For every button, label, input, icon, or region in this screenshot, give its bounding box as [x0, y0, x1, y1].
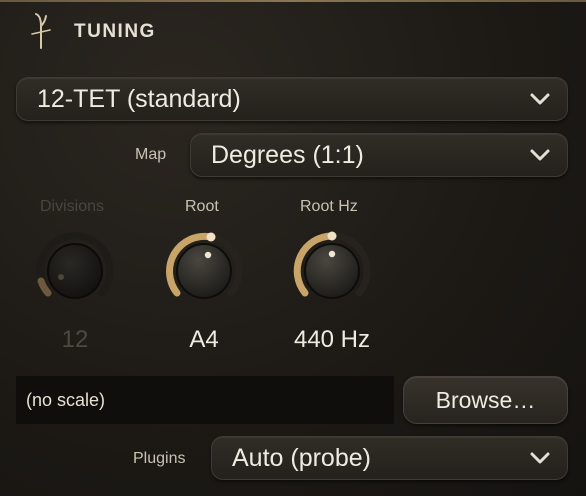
map-value: Degrees (1:1): [211, 140, 364, 169]
root-value: A4: [189, 326, 219, 353]
chevron-down-icon: [530, 149, 550, 161]
scale-preset-dropdown[interactable]: 12-TET (standard): [16, 77, 568, 121]
scale-file-field: (no scale): [16, 376, 394, 424]
root-hz-label: Root Hz: [300, 198, 358, 215]
tuning-fork-icon: [31, 13, 51, 49]
map-dropdown[interactable]: Degrees (1:1): [190, 133, 568, 177]
scale-preset-value: 12-TET (standard): [37, 84, 241, 113]
chevron-down-icon: [530, 93, 550, 105]
browse-button-label: Browse…: [435, 386, 536, 413]
root-knob[interactable]: [162, 229, 246, 313]
panel-header: TUNING: [28, 12, 156, 52]
chevron-down-icon: [530, 452, 550, 464]
plugins-dropdown[interactable]: Auto (probe): [211, 436, 568, 480]
top-accent-line: [0, 0, 586, 2]
map-label: Map: [135, 146, 167, 163]
scale-file-value: (no scale): [26, 389, 106, 410]
root-hz-knob[interactable]: [290, 229, 374, 313]
plugins-label: Plugins: [133, 450, 186, 467]
divisions-knob[interactable]: [33, 229, 117, 313]
root-hz-value: 440 Hz: [293, 326, 371, 353]
divisions-label: Divisions: [40, 198, 105, 215]
root-label: Root: [185, 198, 219, 215]
divisions-value: 12: [61, 326, 89, 353]
plugins-value: Auto (probe): [232, 443, 371, 472]
browse-button[interactable]: Browse…: [403, 376, 568, 424]
panel-title: TUNING: [74, 21, 156, 42]
